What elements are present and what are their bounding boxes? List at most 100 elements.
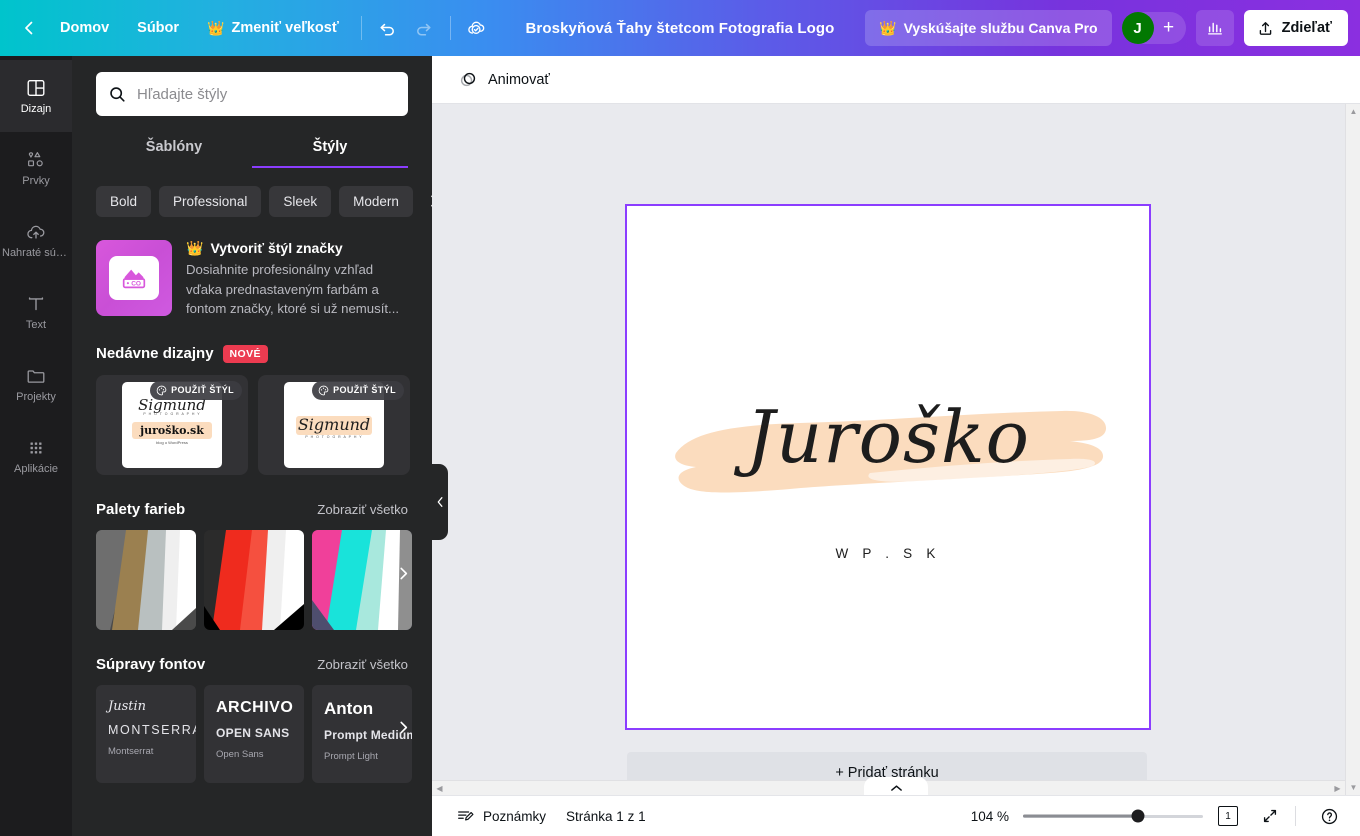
status-badge: NOVÉ: [222, 344, 268, 363]
bar-chart-icon[interactable]: [1195, 10, 1234, 46]
thumb-sub: blog o WordPress: [156, 439, 188, 445]
zoom-slider[interactable]: [1023, 808, 1203, 824]
brand-kit-description: Dosiahnite profesionálny vzhľad vďaka pr…: [186, 262, 400, 317]
canvas-area[interactable]: Juroško W P . S K + Pridať stránku: [432, 104, 1360, 836]
search-input[interactable]: [137, 85, 396, 103]
font-set-card[interactable]: Justin MONTSERRAT Montserrat: [96, 684, 196, 783]
logo-group[interactable]: Juroško W P . S K: [627, 401, 1149, 561]
search-box[interactable]: [96, 72, 408, 116]
use-style-label: POUŽIŤ ŠTÝL: [333, 385, 396, 396]
thumb-name: juroško.sk: [140, 423, 204, 437]
shapes-icon: [25, 149, 47, 171]
svg-text:CO: CO: [131, 281, 141, 288]
design-page[interactable]: Juroško W P . S K: [625, 204, 1151, 730]
palette-icon: [318, 385, 329, 396]
file-label: Súbor: [137, 20, 180, 36]
chip-bold[interactable]: Bold: [96, 185, 152, 217]
editor-body: Dizajn Prvky Nahraté súb... Text Projekt…: [0, 56, 1360, 836]
font-sample-big: Anton: [324, 698, 374, 718]
search-icon: [108, 85, 127, 104]
left-rail: Dizajn Prvky Nahraté súb... Text Projekt…: [0, 56, 72, 836]
create-brand-kit-card[interactable]: CO 👑 Vytvoriť štýl značky Dosiahnite pro…: [72, 218, 432, 319]
slider-knob[interactable]: [1131, 809, 1145, 823]
crown-icon: 👑: [207, 20, 225, 36]
sidebar-item-text[interactable]: Text: [0, 276, 72, 348]
status-divider: [1295, 806, 1296, 826]
sidebar-item-projekty[interactable]: Projekty: [0, 348, 72, 420]
undo-button[interactable]: [370, 11, 406, 45]
sidebar-item-prvky[interactable]: Prvky: [0, 132, 72, 204]
page-indicator: Stránka 1 z 1: [566, 808, 646, 824]
font-set-card[interactable]: ARCHIVO OPEN SANS Open Sans: [204, 684, 304, 783]
list-item[interactable]: POUŽIŤ ŠTÝL Sigmund P H O T O G R A P H …: [258, 374, 410, 475]
chip-modern[interactable]: Modern: [339, 185, 413, 217]
recent-designs-title-row: Nedávne dizajny NOVÉ: [96, 344, 268, 363]
sidebar-label: Text: [25, 320, 47, 331]
chip-sleek[interactable]: Sleek: [269, 185, 332, 217]
brand-kit-text: 👑 Vytvoriť štýl značky Dosiahnite profes…: [186, 240, 408, 319]
layout-icon: [25, 77, 47, 99]
editor-area: Animovať Juroško W P . S K + Pridať strá…: [432, 56, 1360, 836]
font-sets-next-button[interactable]: [390, 715, 416, 741]
styles-panel: Šablóny Štýly Bold Professional Sleek Mo…: [72, 56, 432, 836]
back-button[interactable]: [12, 11, 46, 45]
list-item[interactable]: POUŽIŤ ŠTÝL Sigmund P H O T O G R A P H …: [96, 374, 248, 475]
brand-kit-icon: CO: [96, 240, 172, 316]
palette-icon: [156, 385, 167, 396]
recent-designs-header: Nedávne dizajny NOVÉ: [72, 319, 432, 363]
collapse-panel-handle[interactable]: [432, 464, 448, 540]
avatar[interactable]: J: [1121, 12, 1154, 44]
resize-button[interactable]: 👑 Zmeniť veľkosť: [193, 11, 353, 45]
font-sample-caption: Montserrat: [108, 745, 154, 757]
sidebar-label: Nahraté súb...: [2, 248, 70, 259]
use-style-badge[interactable]: POUŽIŤ ŠTÝL: [312, 380, 404, 400]
palette-swatch[interactable]: [204, 529, 304, 630]
sidebar-item-dizajn[interactable]: Dizajn: [0, 60, 72, 132]
palette-swatch[interactable]: [96, 529, 196, 630]
font-sets-title: Súpravy fontov: [96, 655, 206, 673]
element-toolbar: Animovať: [432, 56, 1360, 104]
page-stack-icon[interactable]: 1: [1211, 801, 1245, 831]
vertical-scrollbar[interactable]: ▲ ▼: [1345, 104, 1360, 795]
cloud-saved-button[interactable]: [459, 11, 495, 45]
sidebar-item-aplikacie[interactable]: Aplikácie: [0, 420, 72, 492]
font-sets-show-all-link[interactable]: Zobraziť všetko: [317, 657, 408, 672]
scroll-left-arrow[interactable]: ◀: [432, 781, 447, 796]
share-button[interactable]: Zdieľať: [1243, 10, 1348, 46]
sidebar-item-nahrate-subory[interactable]: Nahraté súb...: [0, 204, 72, 276]
tab-styly[interactable]: Štýly: [252, 130, 408, 168]
palettes-title: Palety farieb: [96, 500, 186, 518]
file-menu-button[interactable]: Súbor: [123, 11, 193, 45]
home-button[interactable]: Domov: [46, 11, 123, 45]
chip-professional[interactable]: Professional: [159, 185, 262, 217]
try-canva-pro-button[interactable]: 👑 Vyskúšajte službu Canva Pro: [865, 10, 1112, 46]
palettes-show-all-link[interactable]: Zobraziť všetko: [317, 502, 408, 517]
help-circle-icon[interactable]: [1312, 801, 1346, 831]
scroll-down-arrow[interactable]: ▼: [1346, 780, 1360, 795]
brand-kit-title-row: 👑 Vytvoriť štýl značky: [186, 240, 408, 256]
font-sample-big: ARCHIVO: [216, 698, 294, 716]
font-sets-row: Justin MONTSERRAT Montserrat ARCHIVO OPE…: [72, 673, 432, 783]
slider-fill: [1023, 814, 1139, 818]
scroll-up-arrow[interactable]: ▲: [1346, 104, 1360, 119]
zoom-value: 104 %: [970, 808, 1009, 824]
panel-scroll-area: Šablóny Štýly Bold Professional Sleek Mo…: [72, 56, 432, 836]
expand-icon[interactable]: [1253, 801, 1287, 831]
notes-button[interactable]: Poznámky: [446, 801, 556, 831]
notes-icon: [456, 807, 474, 825]
tab-sablony[interactable]: Šablóny: [96, 130, 252, 168]
use-style-badge[interactable]: POUŽIŤ ŠTÝL: [150, 380, 242, 400]
resize-label: Zmeniť veľkosť: [231, 20, 339, 36]
upload-cloud-icon: [25, 221, 47, 243]
design-title[interactable]: Broskyňová Ťahy štetcom Fotografia Logo: [495, 20, 865, 37]
brand-kit-title: Vytvoriť štýl značky: [210, 240, 343, 256]
invite-members-button[interactable]: +: [1154, 12, 1184, 44]
chevron-right-icon[interactable]: [421, 184, 432, 218]
animate-button[interactable]: Animovať: [448, 63, 560, 96]
palettes-next-button[interactable]: [390, 561, 416, 587]
logo-subtext: W P . S K: [835, 546, 941, 561]
scroll-right-arrow[interactable]: ▶: [1330, 781, 1345, 796]
status-bar: Poznámky Stránka 1 z 1 104 % 1: [432, 795, 1360, 836]
collapse-bottom-bar-button[interactable]: [864, 777, 928, 795]
redo-button[interactable]: [406, 11, 442, 45]
